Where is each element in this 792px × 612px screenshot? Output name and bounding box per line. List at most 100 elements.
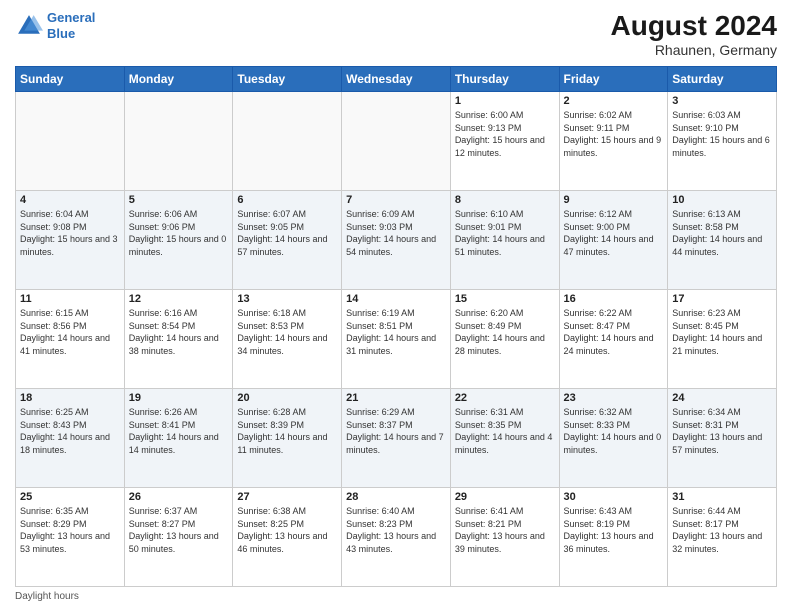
col-thursday: Thursday	[450, 67, 559, 92]
calendar-cell: 4 Sunrise: 6:04 AM Sunset: 9:08 PM Daylig…	[16, 191, 125, 290]
day-info: Sunrise: 6:18 AM Sunset: 8:53 PM Dayligh…	[237, 307, 337, 357]
calendar-cell: 30 Sunrise: 6:43 AM Sunset: 8:19 PM Dayli…	[559, 488, 668, 587]
calendar-week-4: 18 Sunrise: 6:25 AM Sunset: 8:43 PM Dayli…	[16, 389, 777, 488]
calendar-cell: 16Sunrise: 6:22 AM Sunset: 8:47 PM Dayli…	[559, 290, 668, 389]
footer: Daylight hours	[15, 591, 777, 602]
day-info: Sunrise: 6:12 AM Sunset: 9:00 PM Dayligh…	[564, 208, 664, 258]
col-saturday: Saturday	[668, 67, 777, 92]
day-number: 22	[455, 392, 555, 404]
page: General Blue August 2024 Rhaunen, German…	[0, 0, 792, 612]
day-number: 31	[672, 491, 772, 503]
day-info: Sunrise: 6:38 AM Sunset: 8:25 PM Dayligh…	[237, 505, 337, 555]
calendar-cell: 22 Sunrise: 6:31 AM Sunset: 8:35 PM Dayli…	[450, 389, 559, 488]
day-info: Sunrise: 6:43 AM Sunset: 8:19 PM Dayligh…	[564, 505, 664, 555]
day-number: 13	[237, 293, 337, 305]
calendar-cell	[16, 92, 125, 191]
calendar-cell: 29 Sunrise: 6:41 AM Sunset: 8:21 PM Dayli…	[450, 488, 559, 587]
calendar-cell: 10 Sunrise: 6:13 AM Sunset: 8:58 PM Dayli…	[668, 191, 777, 290]
month-year: August 2024	[611, 10, 778, 42]
col-sunday: Sunday	[16, 67, 125, 92]
day-info: Sunrise: 6:32 AM Sunset: 8:33 PM Dayligh…	[564, 406, 664, 456]
day-info: Sunrise: 6:29 AM Sunset: 8:37 PM Dayligh…	[346, 406, 446, 456]
day-info: Sunrise: 6:35 AM Sunset: 8:29 PM Dayligh…	[20, 505, 120, 555]
logo-text: General Blue	[47, 10, 95, 41]
day-info: Sunrise: 6:00 AM Sunset: 9:13 PM Dayligh…	[455, 109, 555, 159]
calendar-cell: 1 Sunrise: 6:00 AM Sunset: 9:13 PM Daylig…	[450, 92, 559, 191]
calendar-cell	[233, 92, 342, 191]
day-info: Sunrise: 6:22 AM Sunset: 8:47 PM Dayligh…	[564, 307, 664, 357]
calendar-cell: 13 Sunrise: 6:18 AM Sunset: 8:53 PM Dayli…	[233, 290, 342, 389]
calendar-cell: 18 Sunrise: 6:25 AM Sunset: 8:43 PM Dayli…	[16, 389, 125, 488]
day-info: Sunrise: 6:20 AM Sunset: 8:49 PM Dayligh…	[455, 307, 555, 357]
day-info: Sunrise: 6:44 AM Sunset: 8:17 PM Dayligh…	[672, 505, 772, 555]
day-info: Sunrise: 6:04 AM Sunset: 9:08 PM Dayligh…	[20, 208, 120, 258]
day-number: 12	[129, 293, 229, 305]
day-number: 2	[564, 95, 664, 107]
day-info: Sunrise: 6:25 AM Sunset: 8:43 PM Dayligh…	[20, 406, 120, 456]
calendar-cell: 31 Sunrise: 6:44 AM Sunset: 8:17 PM Dayli…	[668, 488, 777, 587]
day-number: 4	[20, 194, 120, 206]
calendar-week-1: 1 Sunrise: 6:00 AM Sunset: 9:13 PM Daylig…	[16, 92, 777, 191]
calendar-cell	[342, 92, 451, 191]
day-number: 1	[455, 95, 555, 107]
day-number: 21	[346, 392, 446, 404]
day-number: 8	[455, 194, 555, 206]
day-number: 7	[346, 194, 446, 206]
day-number: 26	[129, 491, 229, 503]
day-number: 15	[455, 293, 555, 305]
calendar-cell: 19 Sunrise: 6:26 AM Sunset: 8:41 PM Dayli…	[124, 389, 233, 488]
day-info: Sunrise: 6:15 AM Sunset: 8:56 PM Dayligh…	[20, 307, 120, 357]
calendar-cell: 26 Sunrise: 6:37 AM Sunset: 8:27 PM Dayli…	[124, 488, 233, 587]
calendar-cell: 27Sunrise: 6:38 AM Sunset: 8:25 PM Dayli…	[233, 488, 342, 587]
calendar-cell	[124, 92, 233, 191]
calendar-cell: 28 Sunrise: 6:40 AM Sunset: 8:23 PM Dayli…	[342, 488, 451, 587]
day-number: 23	[564, 392, 664, 404]
calendar-week-5: 25 Sunrise: 6:35 AM Sunset: 8:29 PM Dayli…	[16, 488, 777, 587]
calendar-cell: 14Sunrise: 6:19 AM Sunset: 8:51 PM Dayli…	[342, 290, 451, 389]
calendar-cell: 25 Sunrise: 6:35 AM Sunset: 8:29 PM Dayli…	[16, 488, 125, 587]
logo-icon	[15, 12, 43, 40]
day-info: Sunrise: 6:09 AM Sunset: 9:03 PM Dayligh…	[346, 208, 446, 258]
day-info: Sunrise: 6:13 AM Sunset: 8:58 PM Dayligh…	[672, 208, 772, 258]
calendar-week-2: 4 Sunrise: 6:04 AM Sunset: 9:08 PM Daylig…	[16, 191, 777, 290]
day-number: 28	[346, 491, 446, 503]
day-number: 5	[129, 194, 229, 206]
footer-label: Daylight hours	[15, 591, 79, 602]
day-number: 19	[129, 392, 229, 404]
day-number: 25	[20, 491, 120, 503]
calendar-cell: 20Sunrise: 6:28 AM Sunset: 8:39 PM Dayli…	[233, 389, 342, 488]
day-info: Sunrise: 6:31 AM Sunset: 8:35 PM Dayligh…	[455, 406, 555, 456]
calendar-cell: 9 Sunrise: 6:12 AM Sunset: 9:00 PM Daylig…	[559, 191, 668, 290]
calendar-cell: 3Sunrise: 6:03 AM Sunset: 9:10 PM Daylig…	[668, 92, 777, 191]
calendar-cell: 5Sunrise: 6:06 AM Sunset: 9:06 PM Daylig…	[124, 191, 233, 290]
day-info: Sunrise: 6:41 AM Sunset: 8:21 PM Dayligh…	[455, 505, 555, 555]
day-info: Sunrise: 6:34 AM Sunset: 8:31 PM Dayligh…	[672, 406, 772, 456]
calendar-week-3: 11Sunrise: 6:15 AM Sunset: 8:56 PM Dayli…	[16, 290, 777, 389]
logo-line2: Blue	[47, 26, 75, 41]
header: General Blue August 2024 Rhaunen, German…	[15, 10, 777, 58]
day-info: Sunrise: 6:07 AM Sunset: 9:05 PM Dayligh…	[237, 208, 337, 258]
day-info: Sunrise: 6:03 AM Sunset: 9:10 PM Dayligh…	[672, 109, 772, 159]
calendar-table: Sunday Monday Tuesday Wednesday Thursday…	[15, 66, 777, 587]
day-number: 29	[455, 491, 555, 503]
calendar-header-row: Sunday Monday Tuesday Wednesday Thursday…	[16, 67, 777, 92]
title-block: August 2024 Rhaunen, Germany	[611, 10, 778, 58]
day-info: Sunrise: 6:26 AM Sunset: 8:41 PM Dayligh…	[129, 406, 229, 456]
calendar-cell: 6Sunrise: 6:07 AM Sunset: 9:05 PM Daylig…	[233, 191, 342, 290]
calendar-cell: 8 Sunrise: 6:10 AM Sunset: 9:01 PM Daylig…	[450, 191, 559, 290]
day-number: 20	[237, 392, 337, 404]
col-monday: Monday	[124, 67, 233, 92]
calendar-cell: 23 Sunrise: 6:32 AM Sunset: 8:33 PM Dayli…	[559, 389, 668, 488]
day-info: Sunrise: 6:10 AM Sunset: 9:01 PM Dayligh…	[455, 208, 555, 258]
day-number: 30	[564, 491, 664, 503]
day-info: Sunrise: 6:37 AM Sunset: 8:27 PM Dayligh…	[129, 505, 229, 555]
calendar-cell: 2Sunrise: 6:02 AM Sunset: 9:11 PM Daylig…	[559, 92, 668, 191]
col-friday: Friday	[559, 67, 668, 92]
day-number: 9	[564, 194, 664, 206]
calendar-cell: 7 Sunrise: 6:09 AM Sunset: 9:03 PM Daylig…	[342, 191, 451, 290]
day-number: 10	[672, 194, 772, 206]
day-number: 18	[20, 392, 120, 404]
calendar-cell: 21 Sunrise: 6:29 AM Sunset: 8:37 PM Dayli…	[342, 389, 451, 488]
day-info: Sunrise: 6:40 AM Sunset: 8:23 PM Dayligh…	[346, 505, 446, 555]
day-number: 24	[672, 392, 772, 404]
